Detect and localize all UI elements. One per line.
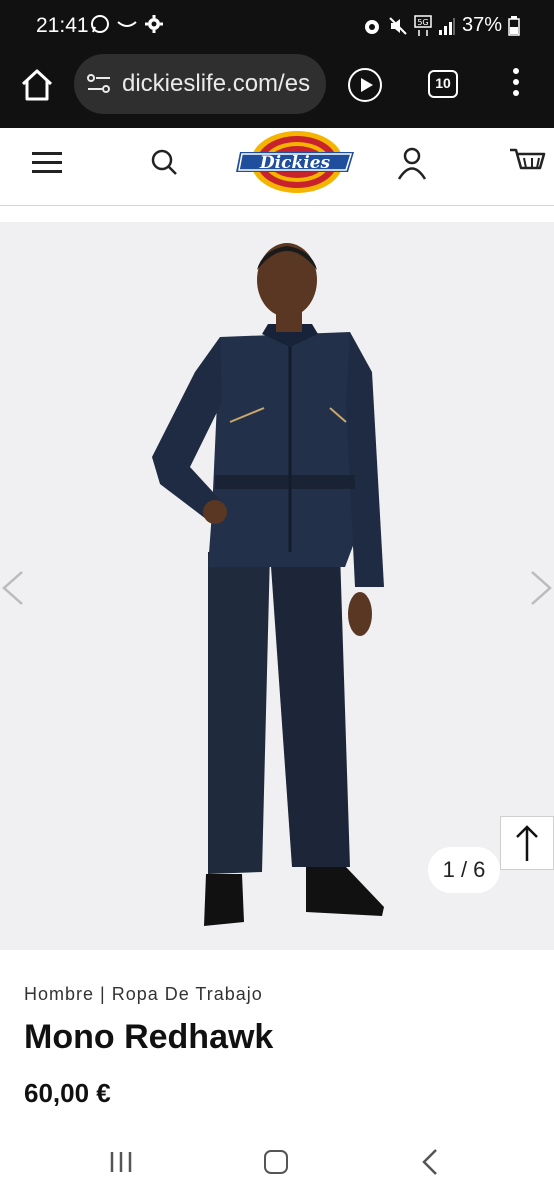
mute-icon	[389, 16, 407, 35]
logo-text: Dickies	[259, 153, 331, 173]
overflow-menu-icon[interactable]	[508, 68, 524, 102]
account-icon[interactable]	[396, 146, 428, 180]
previous-image-arrow-icon[interactable]	[0, 570, 26, 606]
signal-icon	[438, 17, 455, 35]
tab-switcher-button[interactable]: 10	[428, 70, 458, 98]
messages-icon	[117, 21, 137, 27]
image-counter: 1 / 6	[428, 847, 500, 893]
status-left-icons	[90, 14, 164, 34]
svg-text:5G: 5G	[417, 18, 428, 27]
browser-toolbar: dickieslife.com/es 10	[0, 54, 554, 128]
hamburger-menu-icon[interactable]	[32, 152, 62, 174]
status-right-icons: 5G 37%	[362, 14, 520, 37]
back-nav-icon[interactable]	[420, 1148, 440, 1176]
product-price: 60,00 €	[24, 1078, 111, 1108]
site-header: Dickies	[0, 128, 554, 206]
url-text[interactable]: dickieslife.com/es	[122, 70, 318, 98]
home-nav-icon[interactable]	[264, 1150, 288, 1174]
product-title: Mono Redhawk	[24, 1018, 274, 1056]
dickies-logo[interactable]: Dickies	[236, 130, 358, 194]
site-settings-icon[interactable]	[86, 72, 112, 96]
next-image-arrow-icon[interactable]	[528, 570, 554, 606]
back-to-top-button[interactable]	[500, 816, 554, 870]
status-bar: 21:41 5G 37%	[0, 0, 554, 54]
play-icon[interactable]	[348, 68, 382, 102]
battery-percent: 37%	[461, 14, 502, 36]
home-icon[interactable]	[18, 66, 56, 104]
settings-gear-icon	[145, 15, 163, 33]
alarm-icon	[364, 19, 379, 34]
address-bar[interactable]: dickieslife.com/es	[74, 54, 326, 114]
cart-icon[interactable]	[508, 146, 546, 180]
product-image-carousel[interactable]	[0, 222, 554, 950]
breadcrumb[interactable]: Hombre | Ropa De Trabajo	[24, 984, 263, 1005]
status-time: 21:41	[36, 14, 89, 37]
system-navigation-bar	[0, 1130, 554, 1200]
search-icon[interactable]	[150, 148, 178, 176]
battery-icon	[508, 15, 520, 36]
recent-apps-icon[interactable]	[108, 1150, 134, 1174]
product-photo	[152, 243, 384, 926]
header-spacer	[0, 206, 554, 222]
whatsapp-icon	[91, 15, 109, 33]
5g-icon: 5G	[414, 14, 432, 36]
arrow-up-icon	[516, 825, 538, 861]
